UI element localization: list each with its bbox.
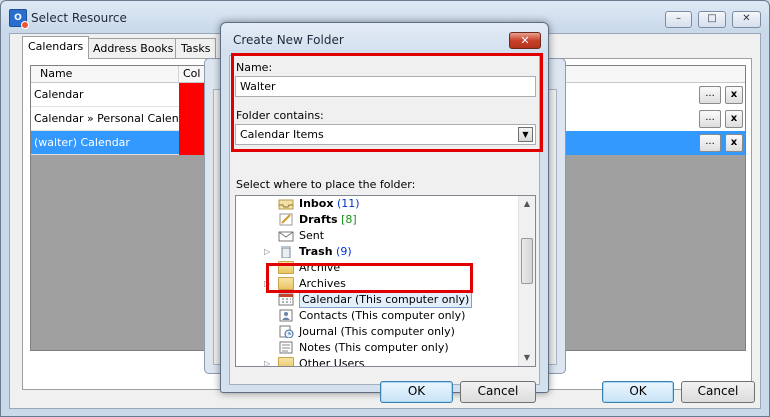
dialog-close-button[interactable]: ✕: [509, 32, 541, 49]
tree-item-other-users[interactable]: ▷ Other Users: [236, 356, 519, 366]
tree-item-sent[interactable]: Sent: [236, 228, 519, 244]
folder-icon: [278, 357, 294, 366]
row-name: Calendar: [34, 88, 84, 101]
place-folder-label: Select where to place the folder:: [236, 178, 416, 191]
column-header-name[interactable]: Name: [31, 66, 179, 83]
folder-contains-label: Folder contains:: [236, 109, 324, 122]
dialog-body: Name: Walter Folder contains: Calendar I…: [229, 55, 540, 403]
folder-icon: [278, 261, 294, 274]
remove-button[interactable]: x: [725, 134, 743, 152]
row-name: Calendar » Personal Calendar: [34, 112, 197, 125]
folder-name-input[interactable]: Walter: [235, 76, 536, 97]
tree-item-journal[interactable]: Journal (This computer only): [236, 324, 519, 340]
sent-icon: [278, 229, 294, 242]
folder-contains-select[interactable]: Calendar Items ▼: [235, 124, 536, 145]
cancel-button[interactable]: Cancel: [681, 381, 755, 403]
app-icon: O: [9, 9, 29, 29]
expand-arrow-icon[interactable]: ▷: [264, 244, 270, 260]
scroll-down-icon[interactable]: ▼: [519, 350, 535, 366]
tree-item-drafts[interactable]: Drafts [8]: [236, 212, 519, 228]
dialog-ok-button[interactable]: OK: [380, 381, 453, 403]
browse-button[interactable]: ...: [699, 86, 721, 104]
name-label: Name:: [236, 61, 273, 74]
tree-item-inbox[interactable]: Inbox (11): [236, 196, 519, 212]
calendar-icon: [278, 293, 294, 306]
tree-item-trash[interactable]: ▷ Trash (9): [236, 244, 519, 260]
maximize-button[interactable]: □: [698, 11, 726, 28]
scroll-up-icon[interactable]: ▲: [519, 196, 535, 212]
tab-calendars[interactable]: Calendars: [22, 36, 90, 59]
window-title: Select Resource: [31, 11, 127, 25]
tree-item-archive[interactable]: Archive: [236, 260, 519, 276]
tab-tasks[interactable]: Tasks: [175, 38, 217, 58]
window-close-button[interactable]: ✕: [732, 11, 761, 28]
tab-address-books[interactable]: Address Books: [87, 38, 180, 58]
expand-arrow-icon[interactable]: ▷: [264, 356, 270, 366]
ok-button[interactable]: OK: [602, 381, 674, 403]
tree-item-calendar[interactable]: Calendar (This computer only): [236, 292, 519, 308]
journal-icon: [278, 325, 294, 339]
remove-button[interactable]: x: [725, 86, 743, 104]
folder-tree[interactable]: Inbox (11) Drafts [8] Sent ▷ Trash (9) A…: [235, 195, 536, 367]
row-color-swatch[interactable]: [179, 83, 207, 107]
browse-button[interactable]: ...: [699, 110, 721, 128]
remove-button[interactable]: x: [725, 110, 743, 128]
dialog-cancel-button[interactable]: Cancel: [460, 381, 536, 403]
row-name: (walter) Calendar: [34, 136, 130, 149]
tree-item-contacts[interactable]: Contacts (This computer only): [236, 308, 519, 324]
scroll-thumb[interactable]: [521, 238, 533, 284]
tree-item-archives[interactable]: ▷ Archives: [236, 276, 519, 292]
tree-scrollbar[interactable]: ▲ ▼: [518, 196, 535, 366]
tree-item-notes[interactable]: Notes (This computer only): [236, 340, 519, 356]
row-color-swatch[interactable]: [179, 107, 207, 131]
inbox-icon: [278, 197, 294, 210]
notes-icon: [278, 341, 294, 354]
chevron-down-icon[interactable]: ▼: [518, 127, 533, 142]
folder-icon: [278, 277, 294, 290]
browse-button[interactable]: ...: [699, 134, 721, 152]
create-new-folder-dialog: Create New Folder ✕ Name: Walter Folder …: [220, 22, 549, 403]
trash-icon: [278, 245, 294, 259]
expand-arrow-icon[interactable]: ▷: [264, 276, 270, 292]
drafts-icon: [278, 213, 294, 226]
dialog-title: Create New Folder: [233, 33, 344, 47]
folder-contains-value: Calendar Items: [240, 128, 324, 141]
minimize-button[interactable]: –: [665, 11, 692, 28]
row-color-swatch[interactable]: [179, 131, 207, 155]
contacts-icon: [278, 309, 294, 322]
